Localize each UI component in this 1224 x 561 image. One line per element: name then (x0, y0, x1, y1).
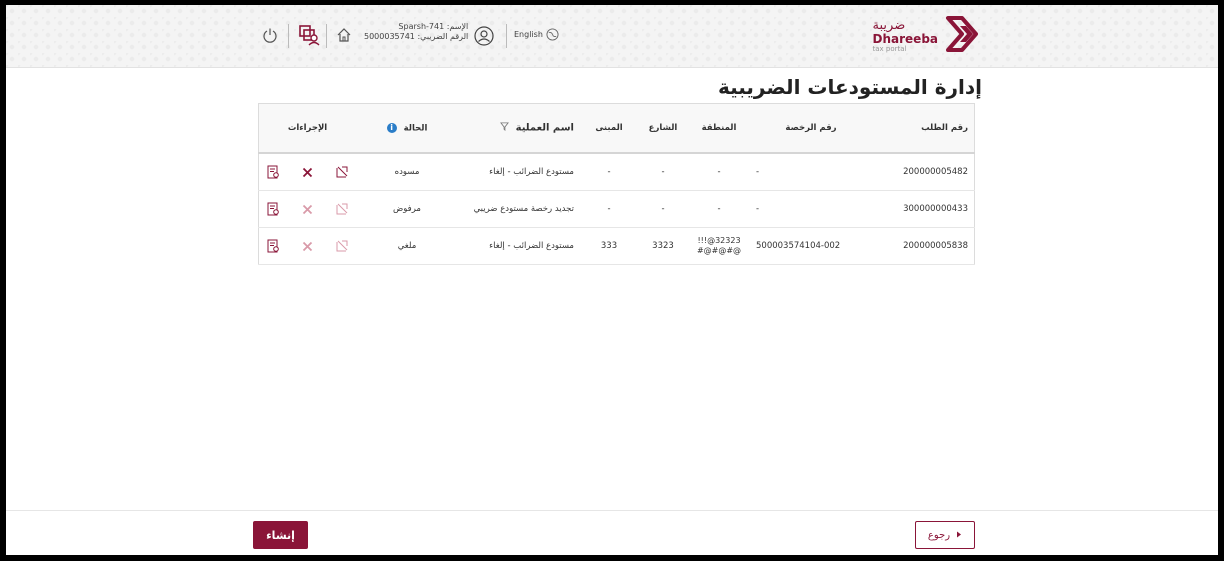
header-operation[interactable]: اسم العملية (458, 103, 580, 154)
cell-building: - (580, 153, 638, 191)
cell-street: - (638, 153, 688, 191)
switch-profile-icon[interactable] (298, 24, 320, 46)
view-document-icon[interactable] (267, 165, 281, 179)
warehouse-table: رقم الطلب رقم الرخصة المنطقة الشارع المب… (258, 103, 975, 265)
header-divider (506, 24, 507, 48)
cell-building: 333 (580, 227, 638, 265)
cell-operation: مستودع الضرائب - إلغاء (458, 227, 580, 265)
language-switch[interactable]: English (514, 27, 560, 41)
logo-english: Dhareeba (872, 32, 938, 46)
header-building: المبنى (580, 103, 638, 154)
app-frame: ضريبة Dhareeba tax portal English الإسم:… (6, 5, 1218, 555)
cell-status: ملغي (356, 227, 458, 265)
header-status-label: الحالة (403, 123, 428, 134)
logo-arabic: ضريبة (872, 18, 906, 33)
cell-license-no: - (750, 153, 872, 191)
table-header-row: رقم الطلب رقم الرخصة المنطقة الشارع المب… (258, 103, 975, 154)
header-area: المنطقة (688, 103, 750, 154)
cell-license-no: - (750, 190, 872, 228)
header-divider (326, 24, 327, 48)
view-document-icon[interactable] (267, 239, 281, 253)
user-info: الإسم: Sparsh-741 الرقم الضريبي: 5000035… (364, 22, 468, 42)
table-row: 300000000433 - - - - تجديد رخصة مستودع ض… (258, 190, 975, 228)
page-title: إدارة المستودعات الضريبية (717, 75, 982, 99)
filter-icon[interactable] (499, 122, 509, 134)
logo-text: ضريبة Dhareeba tax portal (873, 19, 938, 53)
cell-street: - (638, 190, 688, 228)
cell-building: - (580, 190, 638, 228)
user-name: الإسم: Sparsh-741 (398, 22, 469, 31)
back-label: رجوع (927, 529, 951, 541)
home-icon[interactable] (336, 27, 352, 43)
cell-operation: مستودع الضرائب - إلغاء (458, 153, 580, 191)
table-row: 200000005482 - - - - مستودع الضرائب - إل… (258, 153, 975, 191)
edit-icon[interactable] (335, 165, 349, 179)
logo-icon (944, 14, 986, 58)
header-operation-label: اسم العملية (515, 122, 574, 134)
edit-icon[interactable] (335, 239, 349, 253)
header-actions: الإجراءات (258, 103, 356, 154)
user-icon[interactable] (474, 26, 494, 46)
create-button[interactable]: إنشاء (253, 521, 308, 549)
globe-icon (546, 27, 560, 41)
cell-area: 32323@!!!@#@#@# (688, 227, 750, 265)
tax-number: الرقم الضريبي: 5000035741 (364, 32, 469, 41)
cell-request-no: 200000005482 (872, 153, 975, 191)
cell-actions (258, 153, 356, 191)
footer: إنشاء رجوع (6, 510, 1218, 555)
back-button[interactable]: رجوع (915, 521, 975, 549)
logo-subtitle: tax portal (872, 45, 907, 53)
cell-status: مسوده (356, 153, 458, 191)
view-document-icon[interactable] (267, 202, 281, 216)
header-license-no: رقم الرخصة (750, 103, 872, 154)
language-label: English (514, 29, 543, 39)
delete-icon[interactable] (301, 239, 315, 253)
cell-license-no: 500003574104-002 (750, 227, 872, 265)
cell-operation: تجديد رخصة مستودع ضريبي (458, 190, 580, 228)
header-status: الحالة i (356, 103, 458, 154)
info-icon[interactable]: i (386, 122, 397, 133)
cell-actions (258, 227, 356, 265)
table-row: 200000005838 500003574104-002 32323@!!!@… (258, 227, 975, 265)
delete-icon[interactable] (301, 165, 315, 179)
dhareeba-logo[interactable]: ضريبة Dhareeba tax portal (873, 13, 986, 59)
header-request-no: رقم الطلب (872, 103, 975, 154)
cell-street: 3323 (638, 227, 688, 265)
delete-icon[interactable] (301, 202, 315, 216)
edit-icon[interactable] (335, 202, 349, 216)
cell-actions (258, 190, 356, 228)
arrow-icon (956, 530, 962, 541)
header-street: الشارع (638, 103, 688, 154)
cell-request-no: 300000000433 (872, 190, 975, 228)
cell-status: مرفوض (356, 190, 458, 228)
cell-area: - (688, 190, 750, 228)
cell-request-no: 200000005838 (872, 227, 975, 265)
power-icon[interactable] (262, 27, 278, 43)
cell-area: - (688, 153, 750, 191)
header-divider (288, 24, 289, 48)
header: ضريبة Dhareeba tax portal English الإسم:… (6, 5, 1218, 68)
